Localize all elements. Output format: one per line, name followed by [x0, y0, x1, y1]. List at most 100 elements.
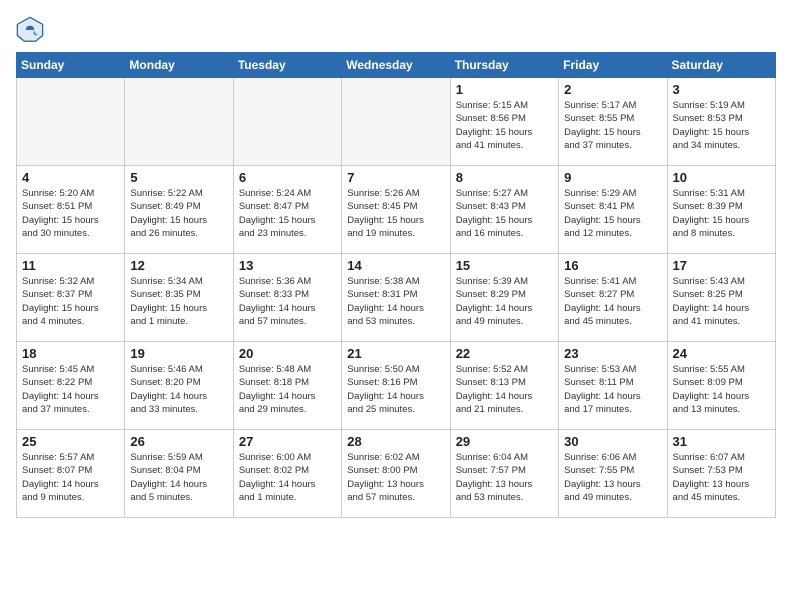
day-number: 2: [564, 82, 661, 97]
day-info: Sunrise: 5:15 AMSunset: 8:56 PMDaylight:…: [456, 99, 553, 152]
day-info: Sunrise: 6:00 AMSunset: 8:02 PMDaylight:…: [239, 451, 336, 504]
calendar-cell: [125, 78, 233, 166]
day-info: Sunrise: 6:07 AMSunset: 7:53 PMDaylight:…: [673, 451, 770, 504]
day-number: 24: [673, 346, 770, 361]
day-number: 12: [130, 258, 227, 273]
calendar-cell: 30 Sunrise: 6:06 AMSunset: 7:55 PMDayligh…: [559, 430, 667, 518]
day-info: Sunrise: 5:19 AMSunset: 8:53 PMDaylight:…: [673, 99, 770, 152]
day-number: 14: [347, 258, 444, 273]
day-number: 8: [456, 170, 553, 185]
day-number: 15: [456, 258, 553, 273]
day-number: 26: [130, 434, 227, 449]
weekday-header-wednesday: Wednesday: [342, 53, 450, 78]
day-number: 25: [22, 434, 119, 449]
calendar-cell: 29 Sunrise: 6:04 AMSunset: 7:57 PMDayligh…: [450, 430, 558, 518]
day-info: Sunrise: 5:45 AMSunset: 8:22 PMDaylight:…: [22, 363, 119, 416]
calendar-cell: 5 Sunrise: 5:22 AMSunset: 8:49 PMDaylight…: [125, 166, 233, 254]
weekday-header-sunday: Sunday: [17, 53, 125, 78]
day-number: 7: [347, 170, 444, 185]
calendar-cell: 22Sunrise: 5:52 AMSunset: 8:13 PMDayligh…: [450, 342, 558, 430]
day-number: 4: [22, 170, 119, 185]
calendar-cell: 1 Sunrise: 5:15 AMSunset: 8:56 PMDaylight…: [450, 78, 558, 166]
day-number: 9: [564, 170, 661, 185]
day-number: 17: [673, 258, 770, 273]
calendar-table: SundayMondayTuesdayWednesdayThursdayFrid…: [16, 52, 776, 518]
calendar-cell: 7 Sunrise: 5:26 AMSunset: 8:45 PMDaylight…: [342, 166, 450, 254]
calendar-week-row: 25 Sunrise: 5:57 AMSunset: 8:07 PMDayligh…: [17, 430, 776, 518]
day-number: 23: [564, 346, 661, 361]
day-info: Sunrise: 5:27 AMSunset: 8:43 PMDaylight:…: [456, 187, 553, 240]
day-info: Sunrise: 5:52 AMSunset: 8:13 PMDaylight:…: [456, 363, 553, 416]
day-number: 19: [130, 346, 227, 361]
page-header: [16, 16, 776, 44]
calendar-week-row: 11 Sunrise: 5:32 AMSunset: 8:37 PMDayligh…: [17, 254, 776, 342]
calendar-cell: 15Sunrise: 5:39 AMSunset: 8:29 PMDayligh…: [450, 254, 558, 342]
day-info: Sunrise: 6:04 AMSunset: 7:57 PMDaylight:…: [456, 451, 553, 504]
calendar-cell: 26 Sunrise: 5:59 AMSunset: 8:04 PMDayligh…: [125, 430, 233, 518]
weekday-header-tuesday: Tuesday: [233, 53, 341, 78]
day-number: 30: [564, 434, 661, 449]
day-number: 29: [456, 434, 553, 449]
calendar-cell: 25 Sunrise: 5:57 AMSunset: 8:07 PMDayligh…: [17, 430, 125, 518]
day-info: Sunrise: 5:55 AMSunset: 8:09 PMDaylight:…: [673, 363, 770, 416]
calendar-cell: 27 Sunrise: 6:00 AMSunset: 8:02 PMDayligh…: [233, 430, 341, 518]
day-info: Sunrise: 5:31 AMSunset: 8:39 PMDaylight:…: [673, 187, 770, 240]
weekday-header-thursday: Thursday: [450, 53, 558, 78]
calendar-cell: 8 Sunrise: 5:27 AMSunset: 8:43 PMDaylight…: [450, 166, 558, 254]
day-info: Sunrise: 5:26 AMSunset: 8:45 PMDaylight:…: [347, 187, 444, 240]
calendar-cell: 12 Sunrise: 5:34 AMSunset: 8:35 PMDayligh…: [125, 254, 233, 342]
day-number: 13: [239, 258, 336, 273]
calendar-cell: 10 Sunrise: 5:31 AMSunset: 8:39 PMDayligh…: [667, 166, 775, 254]
calendar-cell: 21 Sunrise: 5:50 AMSunset: 8:16 PMDayligh…: [342, 342, 450, 430]
day-info: Sunrise: 5:34 AMSunset: 8:35 PMDaylight:…: [130, 275, 227, 328]
day-info: Sunrise: 5:36 AMSunset: 8:33 PMDaylight:…: [239, 275, 336, 328]
calendar-cell: 2 Sunrise: 5:17 AMSunset: 8:55 PMDaylight…: [559, 78, 667, 166]
day-number: 5: [130, 170, 227, 185]
day-info: Sunrise: 5:48 AMSunset: 8:18 PMDaylight:…: [239, 363, 336, 416]
weekday-header-saturday: Saturday: [667, 53, 775, 78]
day-info: Sunrise: 5:57 AMSunset: 8:07 PMDaylight:…: [22, 451, 119, 504]
day-info: Sunrise: 5:53 AMSunset: 8:11 PMDaylight:…: [564, 363, 661, 416]
day-info: Sunrise: 5:22 AMSunset: 8:49 PMDaylight:…: [130, 187, 227, 240]
day-info: Sunrise: 5:32 AMSunset: 8:37 PMDaylight:…: [22, 275, 119, 328]
day-number: 18: [22, 346, 119, 361]
day-info: Sunrise: 5:29 AMSunset: 8:41 PMDaylight:…: [564, 187, 661, 240]
day-number: 11: [22, 258, 119, 273]
day-number: 3: [673, 82, 770, 97]
calendar-cell: 20 Sunrise: 5:48 AMSunset: 8:18 PMDayligh…: [233, 342, 341, 430]
calendar-cell: 16 Sunrise: 5:41 AMSunset: 8:27 PMDayligh…: [559, 254, 667, 342]
logo-icon: [16, 16, 44, 44]
day-info: Sunrise: 5:41 AMSunset: 8:27 PMDaylight:…: [564, 275, 661, 328]
day-number: 31: [673, 434, 770, 449]
day-info: Sunrise: 5:46 AMSunset: 8:20 PMDaylight:…: [130, 363, 227, 416]
calendar-cell: 13 Sunrise: 5:36 AMSunset: 8:33 PMDayligh…: [233, 254, 341, 342]
calendar-week-row: 18 Sunrise: 5:45 AMSunset: 8:22 PMDayligh…: [17, 342, 776, 430]
day-number: 27: [239, 434, 336, 449]
weekday-header-monday: Monday: [125, 53, 233, 78]
calendar-cell: [17, 78, 125, 166]
day-number: 6: [239, 170, 336, 185]
calendar-cell: 28Sunrise: 6:02 AMSunset: 8:00 PMDayligh…: [342, 430, 450, 518]
day-info: Sunrise: 5:20 AMSunset: 8:51 PMDaylight:…: [22, 187, 119, 240]
calendar-cell: 17 Sunrise: 5:43 AMSunset: 8:25 PMDayligh…: [667, 254, 775, 342]
day-info: Sunrise: 5:59 AMSunset: 8:04 PMDaylight:…: [130, 451, 227, 504]
calendar-cell: 3 Sunrise: 5:19 AMSunset: 8:53 PMDaylight…: [667, 78, 775, 166]
day-number: 1: [456, 82, 553, 97]
day-info: Sunrise: 6:06 AMSunset: 7:55 PMDaylight:…: [564, 451, 661, 504]
day-info: Sunrise: 5:17 AMSunset: 8:55 PMDaylight:…: [564, 99, 661, 152]
day-number: 20: [239, 346, 336, 361]
calendar-cell: 24 Sunrise: 5:55 AMSunset: 8:09 PMDayligh…: [667, 342, 775, 430]
day-number: 10: [673, 170, 770, 185]
day-number: 16: [564, 258, 661, 273]
day-info: Sunrise: 5:24 AMSunset: 8:47 PMDaylight:…: [239, 187, 336, 240]
day-info: Sunrise: 5:50 AMSunset: 8:16 PMDaylight:…: [347, 363, 444, 416]
weekday-header-friday: Friday: [559, 53, 667, 78]
calendar-week-row: 1 Sunrise: 5:15 AMSunset: 8:56 PMDaylight…: [17, 78, 776, 166]
calendar-cell: 19 Sunrise: 5:46 AMSunset: 8:20 PMDayligh…: [125, 342, 233, 430]
calendar-cell: 11 Sunrise: 5:32 AMSunset: 8:37 PMDayligh…: [17, 254, 125, 342]
calendar-cell: 14Sunrise: 5:38 AMSunset: 8:31 PMDayligh…: [342, 254, 450, 342]
day-number: 21: [347, 346, 444, 361]
calendar-cell: 4 Sunrise: 5:20 AMSunset: 8:51 PMDaylight…: [17, 166, 125, 254]
calendar-cell: 6 Sunrise: 5:24 AMSunset: 8:47 PMDaylight…: [233, 166, 341, 254]
day-info: Sunrise: 5:43 AMSunset: 8:25 PMDaylight:…: [673, 275, 770, 328]
